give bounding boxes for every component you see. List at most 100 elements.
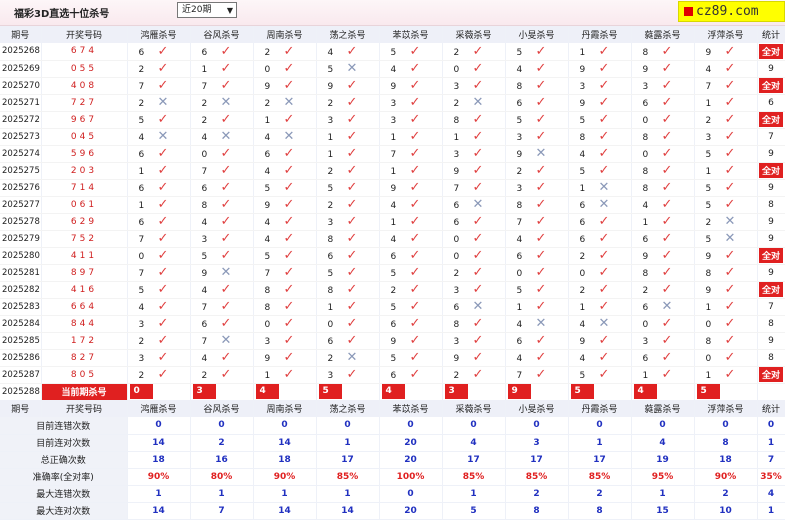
stat-value: 4 (631, 434, 695, 452)
check-icon: ✓ (598, 231, 610, 246)
all-correct-badge: 全对 (758, 367, 783, 382)
kill-cell: 5 ✓ (316, 179, 380, 197)
check-icon: ✓ (598, 333, 610, 348)
stat-value: 90% (694, 468, 758, 486)
check-icon: ✓ (220, 146, 232, 161)
kill-number: 1 (705, 99, 712, 109)
check-icon: ✓ (661, 180, 673, 195)
kill-cell: 0 ✓ (631, 145, 695, 163)
kill-number: 6 (453, 201, 460, 211)
kill-cell: 1 ✓ (379, 128, 443, 146)
kill-cell: 5 ✓ (505, 43, 569, 61)
check-icon: ✓ (283, 112, 295, 127)
total-cell: 9 (757, 179, 785, 197)
column-header: 周南杀号 (253, 400, 317, 417)
kill-number: 6 (453, 218, 460, 228)
current-kill-number: 3 (192, 384, 216, 400)
kill-cell: 9 ✓ (631, 247, 695, 265)
stat-value: 20 (379, 451, 443, 469)
stat-value: 0 (757, 417, 785, 435)
column-header: 采薇杀号 (442, 400, 506, 417)
check-icon: ✓ (157, 112, 169, 127)
table-row: 2025277 061 1 ✓ 8 ✓ 9 ✓ 2 ✓ 4 ✓ 6 ✕ 8 ✓ 6 ✕ 4 ✓ 5 ✓ 8 (0, 196, 785, 214)
kill-cell: 5 ✕ (694, 230, 758, 248)
stat-value: 95% (631, 468, 695, 486)
kill-cell: 7 ✓ (190, 298, 254, 316)
kill-number: 2 (579, 252, 586, 262)
kill-cell: 1 ✓ (316, 298, 380, 316)
total-cell: 8 (757, 315, 785, 333)
check-icon: ✓ (724, 146, 736, 161)
kill-cell: 1 ✓ (316, 145, 380, 163)
current-kill-number: 4 (381, 384, 405, 400)
stat-value: 18 (127, 451, 191, 469)
kill-number: 2 (138, 99, 145, 109)
kill-cell: 8 ✓ (694, 332, 758, 350)
table-row: 2025268 674 6 ✓ 6 ✓ 2 ✓ 4 ✓ 5 ✓ 2 ✓ 5 ✓ 1 ✓ 8 ✓ 9 ✓ 全对 (0, 43, 785, 61)
check-icon: ✓ (661, 333, 673, 348)
check-icon: ✓ (472, 282, 484, 297)
cross-icon: ✕ (220, 129, 232, 144)
kill-number: 6 (642, 235, 649, 245)
kill-number: 3 (453, 286, 460, 296)
kill-cell: 8 ✓ (253, 281, 317, 299)
chevron-down-icon: ▼ (226, 6, 233, 15)
stat-row: 最大连错次数 1 1 1 1 0 1 2 2 1 2 4 (0, 485, 785, 503)
kill-number: 6 (516, 252, 523, 262)
kill-number: 5 (516, 116, 523, 126)
kill-number: 7 (201, 337, 208, 347)
kill-cell: 5 ✓ (694, 145, 758, 163)
kill-cell: 7 ✓ (190, 77, 254, 95)
draw-numbers-cell: 411 (41, 247, 128, 265)
check-icon: ✓ (157, 231, 169, 246)
kill-number: 8 (642, 184, 649, 194)
total-cell: 9 (757, 145, 785, 163)
check-icon: ✓ (157, 214, 169, 229)
draw-numbers-cell: 408 (41, 77, 128, 95)
kill-number-table: 期号 开奖号码 鸿雁杀号 谷风杀号 周南杀号 荡之杀号 苯苡杀号 采薇杀号 小旻杀号 丹霞杀号 蕤露… (0, 26, 785, 520)
kill-number: 3 (264, 337, 271, 347)
stat-value: 90% (127, 468, 191, 486)
kill-cell: 8 ✓ (631, 128, 695, 146)
kill-cell: 0 ✓ (127, 247, 191, 265)
kill-number: 3 (327, 116, 334, 126)
check-icon: ✓ (661, 129, 673, 144)
check-icon: ✓ (220, 180, 232, 195)
check-icon: ✓ (661, 282, 673, 297)
kill-number: 2 (642, 286, 649, 296)
check-icon: ✓ (472, 180, 484, 195)
kill-cell: 3 ✓ (316, 213, 380, 231)
kill-cell: 6 ✓ (127, 145, 191, 163)
kill-cell: 0 ✓ (442, 247, 506, 265)
column-header: 谷风杀号 (190, 400, 254, 417)
check-icon: ✓ (472, 248, 484, 263)
check-icon: ✓ (724, 265, 736, 280)
check-icon: ✓ (346, 95, 358, 110)
check-icon: ✓ (472, 214, 484, 229)
stat-value: 1 (757, 502, 785, 520)
all-correct-badge: 全对 (758, 282, 783, 297)
table-row: 2025287 805 2 ✓ 2 ✓ 1 ✓ 3 ✓ 6 ✓ 2 ✓ 7 ✓ 5 ✓ 1 ✓ 1 ✓ 全对 (0, 366, 785, 384)
kill-cell: 5 ✓ (568, 111, 632, 129)
check-icon: ✓ (346, 282, 358, 297)
kill-number: 9 (453, 167, 460, 177)
kill-cell: 4 ✓ (190, 281, 254, 299)
stat-label: 总正确次数 (0, 451, 128, 469)
period-select[interactable]: 近20期 ▼ (177, 2, 237, 18)
kill-number: 5 (579, 116, 586, 126)
brand-logo[interactable]: cz89.com (678, 1, 785, 22)
kill-number: 0 (642, 320, 649, 330)
kill-number: 5 (201, 252, 208, 262)
kill-number: 0 (516, 269, 523, 279)
brand-text: cz89.com (696, 4, 759, 19)
kill-cell: 7 ✓ (127, 230, 191, 248)
check-icon: ✓ (220, 316, 232, 331)
kill-cell: 5 ✓ (379, 264, 443, 282)
check-icon: ✓ (661, 61, 673, 76)
total-cell: 9 (757, 213, 785, 231)
check-icon: ✓ (661, 112, 673, 127)
check-icon: ✓ (283, 282, 295, 297)
draw-numbers-cell: 897 (41, 264, 128, 282)
kill-cell: 5 ✕ (316, 60, 380, 78)
check-icon: ✓ (409, 112, 421, 127)
